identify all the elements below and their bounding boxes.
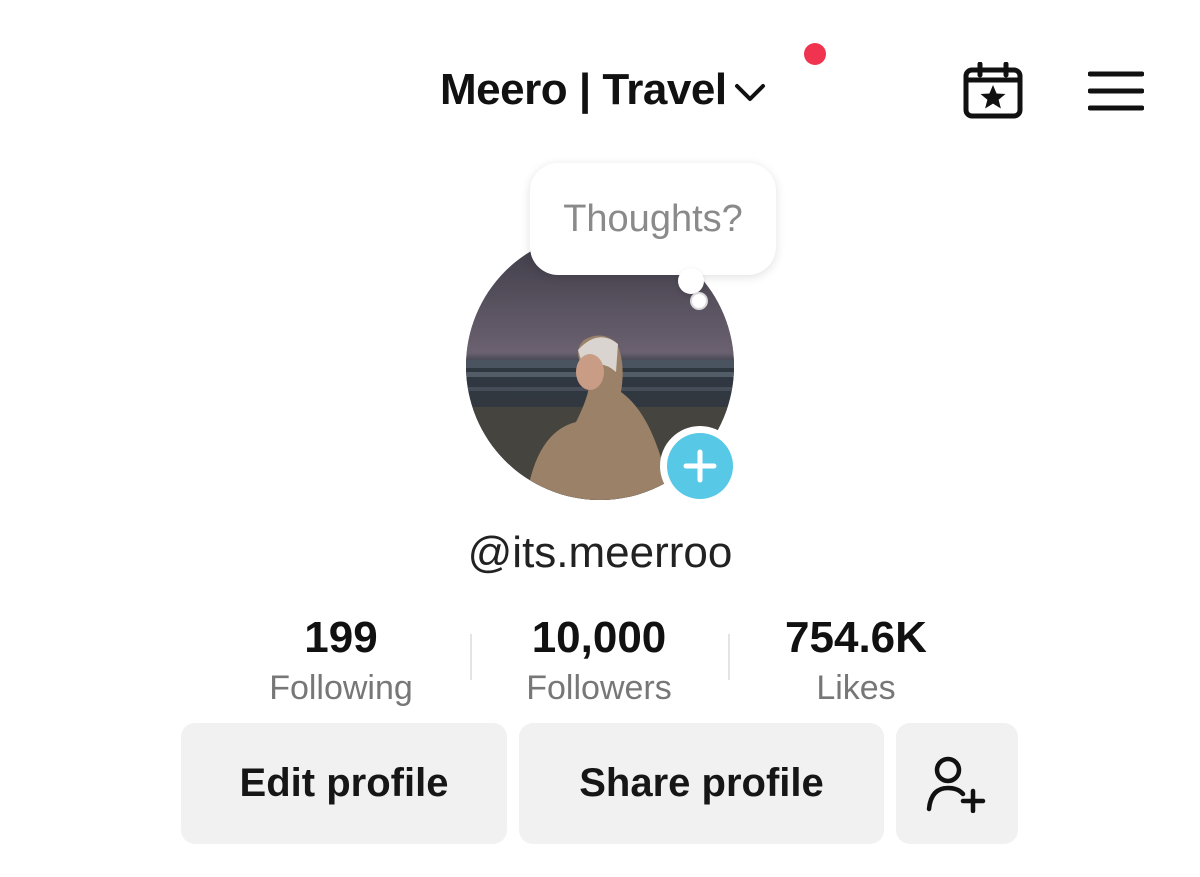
following-count: 199 <box>304 613 378 662</box>
username: @its.meerroo <box>467 528 733 577</box>
account-name: Meero | Travel <box>440 65 727 114</box>
stat-followers[interactable]: 10,000 Followers <box>479 612 719 712</box>
thought-bubble-tail <box>678 268 704 294</box>
share-profile-button[interactable]: Share profile <box>519 723 884 844</box>
stat-following[interactable]: 199 Following <box>221 612 461 712</box>
add-friend-icon <box>926 756 986 813</box>
followers-count: 10,000 <box>531 613 667 662</box>
profile-page: Meero | Travel Thoughts? @its.meerroo 19… <box>0 0 1200 877</box>
hamburger-menu-icon[interactable] <box>1088 70 1144 112</box>
notification-dot <box>804 43 826 65</box>
thought-bubble-text: Thoughts? <box>563 197 743 240</box>
following-label: Following <box>269 669 413 707</box>
calendar-star-icon[interactable] <box>962 62 1024 120</box>
account-switcher[interactable]: Meero | Travel <box>440 60 767 120</box>
stat-divider <box>728 634 730 680</box>
add-friend-button[interactable] <box>896 723 1018 844</box>
thought-bubble[interactable]: Thoughts? <box>530 163 776 275</box>
plus-icon <box>683 449 717 483</box>
add-story-button[interactable] <box>660 426 740 506</box>
thought-bubble-tail-small <box>690 292 708 310</box>
chevron-down-icon <box>734 84 765 101</box>
stat-divider <box>470 634 472 680</box>
edit-profile-button[interactable]: Edit profile <box>181 723 507 844</box>
add-story-circle <box>667 433 733 499</box>
stat-likes[interactable]: 754.6K Likes <box>736 612 976 712</box>
likes-label: Likes <box>816 669 896 707</box>
followers-label: Followers <box>526 669 672 707</box>
likes-count: 754.6K <box>785 613 927 662</box>
